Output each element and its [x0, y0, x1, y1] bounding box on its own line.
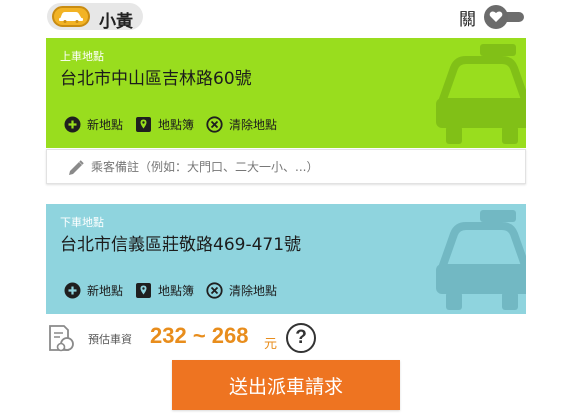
action-label: 地點簿: [158, 284, 195, 298]
pencil-icon: [69, 160, 84, 175]
taxi-icon: [52, 6, 90, 27]
clear-circle-icon: [206, 116, 223, 133]
action-label: 新地點: [87, 284, 124, 298]
care-toggle[interactable]: 關: [459, 4, 539, 30]
action-label: 地點簿: [158, 118, 195, 132]
add-circle-icon: [64, 282, 81, 299]
taxi-watermark-icon: [436, 210, 526, 310]
pickup-card[interactable]: 上車地點 台北市中山區吉林路60號 新地點 地點簿 清除地點: [46, 38, 526, 148]
dropoff-actions: 新地點 地點簿 清除地點: [64, 282, 289, 299]
add-circle-icon: [64, 116, 81, 133]
action-label: 清除地點: [229, 118, 278, 132]
pickup-address[interactable]: 台北市中山區吉林路60號: [60, 64, 252, 89]
dropoff-location-book-button[interactable]: 地點簿: [135, 282, 194, 299]
fare-calculator-icon: [49, 325, 74, 352]
pickup-actions: 新地點 地點簿 清除地點: [64, 116, 289, 133]
action-label: 新地點: [87, 118, 124, 132]
action-label: 清除地點: [229, 284, 278, 298]
heart-hand-icon: [484, 5, 508, 29]
question-mark-icon: ?: [295, 327, 307, 348]
dropoff-address[interactable]: 台北市信義區莊敬路469-471號: [60, 230, 301, 255]
fare-estimate: 預估車資 232 ~ 268 元 ?: [46, 322, 526, 354]
taxi-watermark-icon: [436, 44, 526, 144]
clear-circle-icon: [206, 282, 223, 299]
pickup-clear-location-button[interactable]: 清除地點: [206, 116, 277, 133]
map-pin-book-icon: [135, 116, 152, 133]
fare-help-button[interactable]: ?: [286, 323, 316, 353]
toggle-switch[interactable]: [484, 5, 526, 29]
dropoff-card[interactable]: 下車地點 台北市信義區莊敬路469-471號 新地點 地點簿 清除地點: [46, 204, 526, 314]
passenger-note-field[interactable]: [46, 149, 526, 184]
pickup-label: 上車地點: [60, 50, 104, 63]
fare-unit: 元: [264, 337, 278, 352]
pickup-new-location-button[interactable]: 新地點: [64, 116, 123, 133]
dropoff-new-location-button[interactable]: 新地點: [64, 282, 123, 299]
fare-label: 預估車資: [88, 333, 132, 346]
dropoff-clear-location-button[interactable]: 清除地點: [206, 282, 277, 299]
dropoff-label: 下車地點: [60, 216, 104, 229]
pickup-location-book-button[interactable]: 地點簿: [135, 116, 194, 133]
passenger-note-input[interactable]: [91, 157, 511, 177]
toggle-label: 關: [459, 10, 476, 30]
service-label: 小黃: [99, 12, 133, 32]
top-bar: 小黃 關: [0, 0, 570, 34]
fare-range: 232 ~ 268: [150, 323, 249, 348]
map-pin-book-icon: [135, 282, 152, 299]
submit-dispatch-button[interactable]: 送出派車請求: [172, 360, 400, 410]
service-type-selector[interactable]: 小黃: [47, 3, 143, 32]
